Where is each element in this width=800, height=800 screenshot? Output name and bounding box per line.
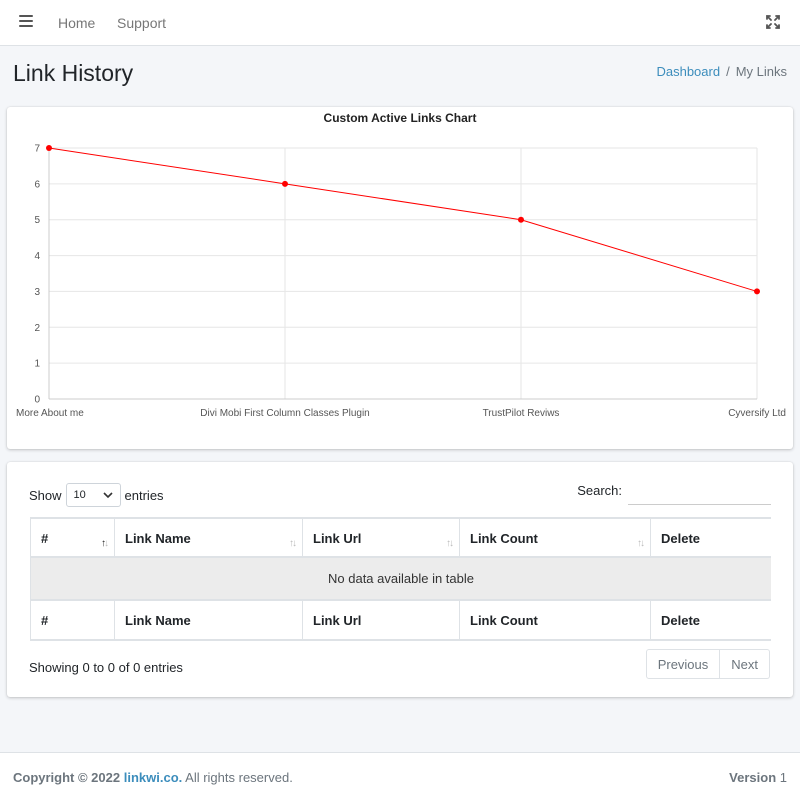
copyright: Copyright © 2022 linkwi.co. All rights r… [13,770,293,785]
chart-title: Custom Active Links Chart [324,111,477,125]
empty-table-message: No data available in table [30,558,771,599]
data-point [518,216,524,223]
brand-link[interactable]: linkwi.co. [124,770,183,785]
column-header-delete[interactable]: Delete [650,519,771,556]
column-header-number[interactable]: # ↑↓ [30,519,114,556]
data-point [282,180,288,187]
rights-text: All rights reserved. [185,770,293,785]
sort-icon: ↑↓ [637,538,645,549]
page-length-value: 10 [73,489,86,501]
fullscreen-icon[interactable] [766,15,780,29]
page-title: Link History [13,60,134,86]
page-length-control: Show 10 entries [29,483,164,507]
data-point [754,288,760,295]
version-label: Version [729,770,777,785]
y-tick-label: 7 [34,144,40,155]
page-footer: Copyright © 2022 linkwi.co. All rights r… [0,752,800,800]
table-search: Search: [577,483,771,505]
search-input[interactable] [628,483,771,505]
y-tick-label: 3 [34,287,40,298]
breadcrumb-separator: / [726,64,730,79]
breadcrumb: Dashboard / My Links [656,64,787,79]
table-header-row: # ↑↓ Link Name ↑↓ Link Url ↑↓ Link Count ↑↓ … [30,517,771,558]
sort-asc-icon: ↑↓ [101,538,109,549]
y-tick-label: 5 [34,215,40,226]
footer-header-link-count: Link Count [459,601,650,639]
copyright-prefix: Copyright © 2022 [13,770,121,785]
next-page-button[interactable]: Next [720,649,770,679]
sort-icon: ↑↓ [446,538,454,549]
x-tick-label: Divi Mobi First Column Classes Plugin [200,408,370,419]
y-tick-label: 6 [34,179,40,190]
previous-page-button[interactable]: Previous [645,649,721,679]
nav-support-link[interactable]: Support [117,15,166,31]
y-tick-label: 4 [34,251,40,262]
show-label: Show [29,487,62,503]
sort-icon: ↑↓ [289,538,297,549]
y-tick-label: 0 [34,395,40,406]
version-number: 1 [779,770,787,785]
column-header-link-name[interactable]: Link Name ↑↓ [114,519,302,556]
y-tick-label: 1 [34,359,40,370]
x-tick-label: More About me [16,408,84,419]
footer-header-link-url: Link Url [302,601,459,639]
chart-card: Custom Active Links Chart 0 1 2 3 4 5 6 7 More Ab… [7,107,793,449]
x-tick-label: TrustPilot Reviws [483,408,560,419]
line-chart: Custom Active Links Chart 0 1 2 3 4 5 6 7 More Ab… [16,111,786,419]
table-info: Showing 0 to 0 of 0 entries [29,660,183,675]
menu-toggle-icon[interactable] [19,15,33,29]
top-navbar: Home Support [0,0,800,46]
footer-header-number: # [30,601,114,639]
column-header-link-count[interactable]: Link Count ↑↓ [459,519,650,556]
x-tick-label: Cyversify Ltd [728,408,786,419]
links-table-card: Show 10 entries Search: # ↑↓ Link Name ↑↓ … [7,462,793,697]
footer-header-delete: Delete [650,601,771,639]
data-point [46,145,52,151]
y-tick-label: 2 [34,323,40,334]
breadcrumb-dashboard-link[interactable]: Dashboard [656,64,720,79]
column-header-link-url[interactable]: Link Url ↑↓ [302,519,459,556]
footer-header-link-name: Link Name [114,601,302,639]
table-footer-row: # Link Name Link Url Link Count Delete [30,599,771,641]
chevron-down-icon [102,491,113,498]
pagination: Previous Next [645,649,770,679]
page-length-select[interactable]: 10 [65,483,121,507]
search-label: Search: [577,483,622,498]
nav-home-link[interactable]: Home [58,15,95,31]
entries-label: entries [124,487,164,503]
breadcrumb-current: My Links [735,64,787,79]
links-table: # ↑↓ Link Name ↑↓ Link Url ↑↓ Link Count ↑↓ … [30,517,771,642]
version-info: Version 1 [729,770,787,785]
